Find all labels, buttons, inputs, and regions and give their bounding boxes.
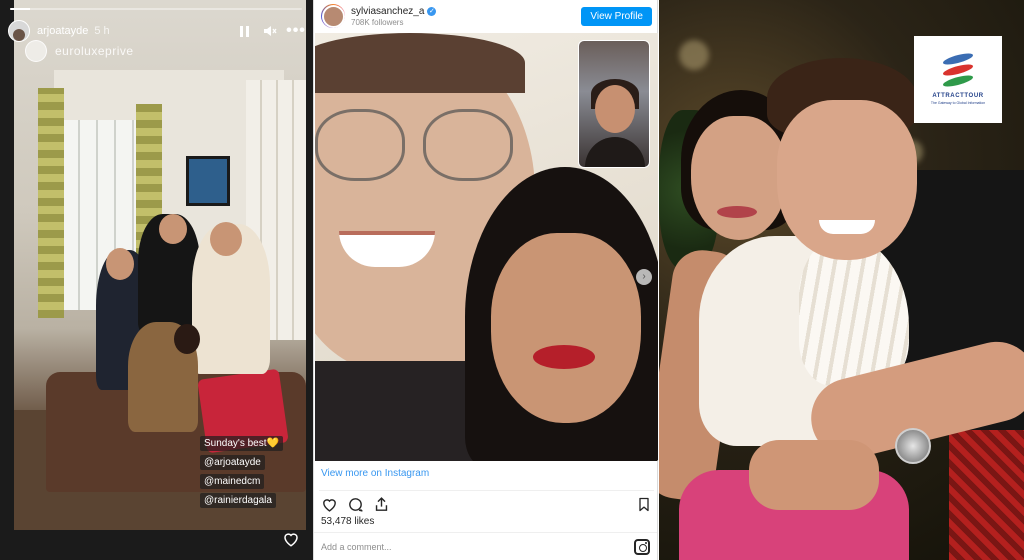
mention-tag[interactable]: @arjoatayde (200, 455, 265, 470)
story-panel: arjoatayde 5 h ••• euroluxeprive Sunday'… (0, 0, 313, 560)
wristwatch (895, 428, 931, 464)
story-timestamp: 5 h (94, 25, 110, 37)
brand-tagline: The Gateway to Global Information (930, 100, 986, 105)
story-progress-fill (10, 8, 31, 10)
comment-input[interactable] (321, 541, 634, 552)
brand-logo: ATTRACTTOUR The Gateway to Global Inform… (914, 36, 1002, 123)
embed-header: sylviasanchez_a ✓ 708K followers View Pro… (314, 0, 659, 32)
mention-tag[interactable]: @mainedcm (200, 474, 265, 489)
collage: arjoatayde 5 h ••• euroluxeprive Sunday'… (0, 0, 1024, 560)
wall-painting (186, 156, 230, 206)
comment-icon[interactable] (345, 495, 365, 515)
video-call-inset (578, 40, 650, 168)
story-watermark: euroluxeprive (25, 40, 134, 62)
mention-tag[interactable]: @rainierdagala (200, 493, 276, 508)
post-photo[interactable]: › (315, 33, 658, 461)
bookmark-icon[interactable] (634, 495, 654, 515)
heart-icon[interactable] (319, 495, 339, 515)
view-more-link[interactable]: View more on Instagram (321, 468, 429, 479)
watermark-logo (25, 40, 47, 62)
couple-photo: ATTRACTTOUR The Gateway to Global Inform… (659, 0, 1024, 560)
profile-avatar[interactable] (321, 4, 345, 28)
story-progress-bar (10, 8, 302, 10)
chevron-right-icon[interactable]: › (636, 269, 652, 285)
watermark-text: euroluxeprive (55, 44, 134, 58)
profile-username[interactable]: sylviasanchez_a ✓ (351, 6, 437, 17)
story-caption: Sunday's best💛 (200, 436, 283, 451)
speaker-icon[interactable] (262, 23, 278, 39)
heart-icon[interactable] (282, 530, 300, 548)
brand-name: ATTRACTTOUR (932, 92, 984, 99)
pause-icon[interactable] (236, 23, 252, 39)
post-actions (319, 490, 654, 514)
brand-mark-icon (943, 50, 973, 89)
comment-bar (314, 532, 657, 560)
story-avatar[interactable] (8, 20, 30, 42)
follower-count: 708K followers (351, 17, 404, 27)
share-icon[interactable] (371, 495, 391, 515)
instagram-embed: sylviasanchez_a ✓ 708K followers View Pro… (313, 0, 658, 560)
verified-badge-icon: ✓ (427, 6, 437, 16)
more-icon[interactable]: ••• (286, 22, 305, 39)
story-controls: ••• (236, 22, 305, 39)
story-header: arjoatayde 5 h ••• (8, 20, 305, 42)
like-count: 53,478 likes (321, 516, 375, 527)
story-username[interactable]: arjoatayde (37, 25, 88, 37)
story-captions: Sunday's best💛 @arjoatayde @mainedcm @ra… (200, 436, 283, 508)
instagram-icon[interactable] (634, 538, 650, 555)
view-profile-button[interactable]: View Profile (581, 6, 652, 26)
